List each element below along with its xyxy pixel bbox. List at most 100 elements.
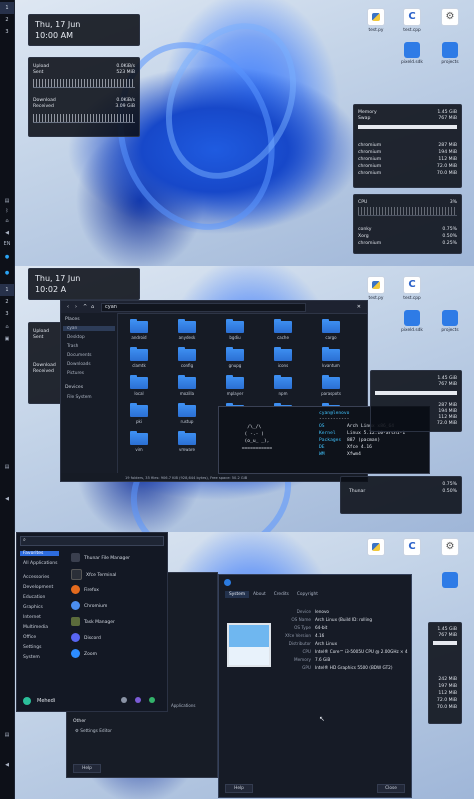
power-icon[interactable] bbox=[149, 697, 155, 703]
app-task-manager[interactable]: Task Manager bbox=[71, 617, 115, 626]
folder-item[interactable]: vmware bbox=[175, 431, 199, 452]
settings-icon[interactable] bbox=[121, 697, 127, 703]
folder-item[interactable]: android bbox=[127, 319, 151, 340]
folder-item[interactable]: config bbox=[175, 347, 199, 368]
category-development[interactable]: Development bbox=[23, 585, 53, 590]
folder-item[interactable]: gnupg bbox=[223, 347, 247, 368]
desktop-icon-test-py[interactable] bbox=[362, 538, 390, 558]
app-chromium[interactable]: Chromium bbox=[71, 601, 107, 610]
volume-icon[interactable]: ◀ bbox=[0, 762, 14, 768]
folder-item[interactable]: vim bbox=[127, 431, 151, 452]
place-documents[interactable]: Documents bbox=[67, 353, 92, 358]
up-icon[interactable]: ^ bbox=[83, 304, 87, 310]
help-button[interactable]: Help bbox=[225, 784, 253, 793]
volume-icon[interactable]: ◀ bbox=[0, 496, 14, 502]
back-icon[interactable]: ‹ bbox=[67, 304, 69, 310]
folder-item[interactable]: icons bbox=[271, 347, 295, 368]
place-pictures[interactable]: Pictures bbox=[67, 371, 84, 376]
folder-item[interactable]: local bbox=[127, 375, 151, 396]
close-icon[interactable]: ✕ bbox=[357, 304, 361, 310]
desktop-icon-projects[interactable]: projects bbox=[436, 310, 464, 333]
place-trash[interactable]: Trash bbox=[67, 344, 78, 349]
close-button[interactable]: Close bbox=[377, 784, 405, 793]
category-internet[interactable]: Internet bbox=[23, 615, 41, 620]
power-icon[interactable]: ● bbox=[0, 254, 14, 260]
folder-item[interactable]: cargo bbox=[319, 319, 343, 340]
clipboard-icon[interactable]: ▤ bbox=[0, 464, 14, 470]
tab-system[interactable]: System bbox=[225, 591, 250, 598]
folder-item[interactable]: mplayer bbox=[223, 375, 247, 396]
clipboard-icon[interactable]: ▤ bbox=[0, 198, 14, 204]
tab-about[interactable]: About bbox=[249, 591, 270, 598]
help-button[interactable]: Help bbox=[73, 764, 101, 773]
app-thunar[interactable]: Thunar File Manager bbox=[71, 553, 130, 562]
device-file-system[interactable]: File System bbox=[67, 395, 92, 400]
forward-icon[interactable]: › bbox=[75, 304, 77, 310]
workspace-3[interactable]: 3 bbox=[0, 308, 14, 320]
path-crumb[interactable]: cyan bbox=[105, 304, 117, 310]
app-firefox[interactable]: Firefox bbox=[71, 585, 99, 594]
desktop-icon-projects[interactable]: projects bbox=[436, 42, 464, 65]
desktop-icon-projects[interactable] bbox=[436, 572, 464, 590]
desktop-icon-test-cpp[interactable]: Ctest.cpp bbox=[398, 8, 426, 33]
power-icon[interactable]: ▤ bbox=[0, 732, 14, 738]
folder-item[interactable]: kvantum bbox=[319, 347, 343, 368]
desktop-icon-test-cpp[interactable]: Ctest.cpp bbox=[398, 276, 426, 301]
desktop-icon-pixeld[interactable]: pixeld.sdk bbox=[398, 310, 426, 333]
proc-value: 242 MiB bbox=[438, 677, 457, 682]
settings-editor-item[interactable]: ⚙ Settings Editor bbox=[75, 729, 112, 734]
workspace-2[interactable]: 2 bbox=[0, 296, 14, 308]
desktop-icon-test-cpp[interactable]: C bbox=[398, 538, 426, 558]
workspace-1[interactable]: 1 bbox=[0, 2, 14, 14]
app-icon[interactable]: ⌂ bbox=[0, 324, 14, 330]
received-label: Received bbox=[33, 104, 54, 109]
memory-value: 1.45 GiB bbox=[437, 110, 457, 115]
desktop-icon-pixeld[interactable]: pixeld.sdk bbox=[398, 42, 426, 65]
place-downloads[interactable]: Downloads bbox=[67, 362, 91, 367]
folder-item[interactable]: bgdiu bbox=[223, 319, 247, 340]
desktop-icon-test-py[interactable]: test.py bbox=[362, 276, 390, 301]
folder-item[interactable]: pki bbox=[127, 403, 151, 424]
search-input[interactable]: ⌕ bbox=[20, 536, 164, 546]
keyboard-layout[interactable]: EN bbox=[0, 241, 14, 247]
power-icon[interactable]: ● bbox=[0, 270, 14, 276]
lock-icon[interactable] bbox=[135, 697, 141, 703]
desktop-icon-settings[interactable]: ⚙ bbox=[436, 8, 464, 28]
tab-copyright[interactable]: Copyright bbox=[293, 591, 322, 598]
app-discord[interactable]: Discord bbox=[71, 633, 101, 642]
desktop-icon-settings[interactable]: ⚙ bbox=[436, 538, 464, 558]
bluetooth-icon[interactable]: ᛒ bbox=[0, 208, 14, 214]
folder-item[interactable]: clamtk bbox=[127, 347, 151, 368]
app-icon[interactable]: ▣ bbox=[0, 336, 14, 342]
place-desktop[interactable]: Desktop bbox=[67, 335, 85, 340]
app-zoom[interactable]: Zoom bbox=[71, 649, 97, 658]
folder-item[interactable]: npm bbox=[271, 375, 295, 396]
desktop-icon-test-py[interactable]: test.py bbox=[362, 8, 390, 33]
folder-item[interactable]: anydesk bbox=[175, 319, 199, 340]
app-terminal[interactable]: Xfce Terminal bbox=[71, 569, 116, 580]
folder-item[interactable]: paraspots bbox=[319, 375, 343, 396]
network-icon[interactable]: ⌂ bbox=[0, 218, 14, 224]
category-graphics[interactable]: Graphics bbox=[23, 605, 43, 610]
category-settings[interactable]: Settings bbox=[23, 645, 41, 650]
folder-item[interactable]: mozilla bbox=[175, 375, 199, 396]
category-system[interactable]: System bbox=[23, 655, 40, 660]
path-bar[interactable]: cyan bbox=[101, 303, 306, 312]
category-all[interactable]: All Applications bbox=[23, 561, 58, 566]
category-education[interactable]: Education bbox=[23, 595, 45, 600]
folder-label: mozilla bbox=[179, 391, 195, 396]
home-icon[interactable]: ⌂ bbox=[91, 304, 94, 310]
place-cyan[interactable]: cyan bbox=[63, 326, 115, 331]
workspace-3[interactable]: 3 bbox=[0, 26, 14, 38]
workspace-1[interactable]: 1 bbox=[0, 284, 14, 296]
volume-icon[interactable]: ◀ bbox=[0, 230, 14, 236]
folder-item[interactable]: cache bbox=[271, 319, 295, 340]
category-favorites[interactable]: Favorites bbox=[20, 551, 59, 556]
folder-icon bbox=[226, 319, 244, 333]
category-multimedia[interactable]: Multimedia bbox=[23, 625, 48, 630]
category-accessories[interactable]: Accessories bbox=[23, 575, 49, 580]
folder-item[interactable]: rustup bbox=[175, 403, 199, 424]
workspace-2[interactable]: 2 bbox=[0, 14, 14, 26]
tab-credits[interactable]: Credits bbox=[270, 591, 293, 598]
category-office[interactable]: Office bbox=[23, 635, 36, 640]
